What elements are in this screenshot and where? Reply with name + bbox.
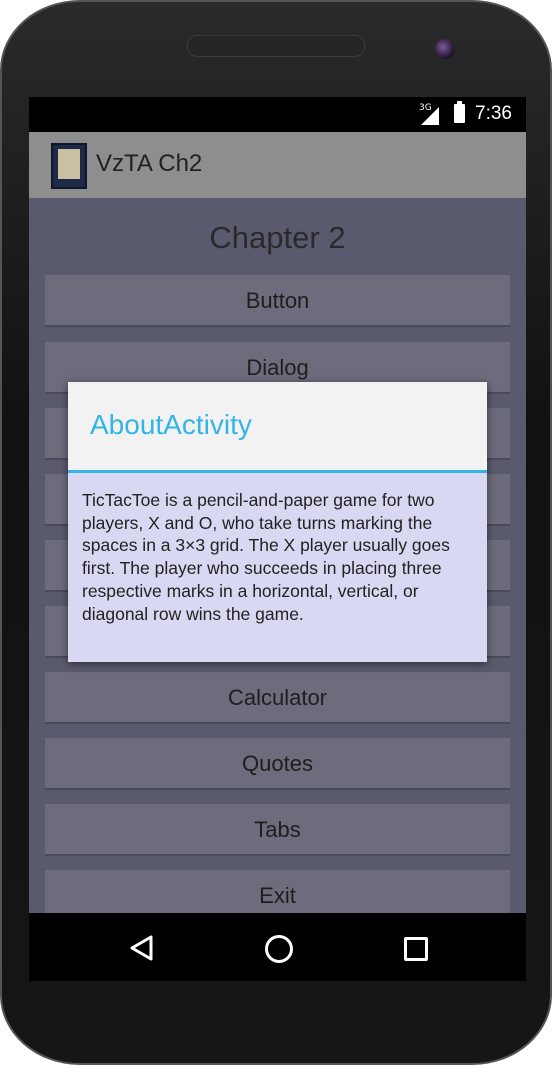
front-camera [435, 39, 455, 59]
tabs-button[interactable]: Tabs [45, 804, 510, 856]
book-page [58, 149, 80, 179]
app-book-icon[interactable] [51, 143, 87, 189]
app-title: VzTA Ch2 [96, 150, 203, 177]
status-bar: 3G 7:36 [29, 97, 526, 132]
home-circle-icon[interactable] [265, 935, 293, 963]
button-button[interactable]: Button [45, 275, 510, 327]
page-title: Chapter 2 [209, 220, 346, 255]
dialog-divider [68, 470, 487, 473]
quotes-button[interactable]: Quotes [45, 738, 510, 790]
about-dialog: AboutActivity TicTacToe is a pencil-and-… [68, 382, 487, 662]
status-time: 7:36 [475, 103, 512, 124]
earpiece-speaker [187, 35, 365, 57]
calculator-button[interactable]: Calculator [45, 672, 510, 724]
recents-square-icon[interactable] [404, 937, 428, 961]
exit-button[interactable]: Exit [45, 870, 510, 913]
dialog-title: AboutActivity [90, 409, 252, 440]
dialog-message: TicTacToe is a pencil-and-paper game for… [82, 490, 450, 624]
dialog-header: AboutActivity [68, 382, 487, 470]
navigation-bar [29, 913, 526, 981]
back-triangle-icon[interactable] [129, 935, 155, 961]
action-bar: VzTA Ch2 [29, 132, 526, 198]
signal-icon [421, 107, 439, 125]
battery-icon [454, 101, 465, 123]
device-frame: 3G 7:36 VzTA Ch2 Chapter 2 Button Dialog… [0, 0, 552, 1065]
